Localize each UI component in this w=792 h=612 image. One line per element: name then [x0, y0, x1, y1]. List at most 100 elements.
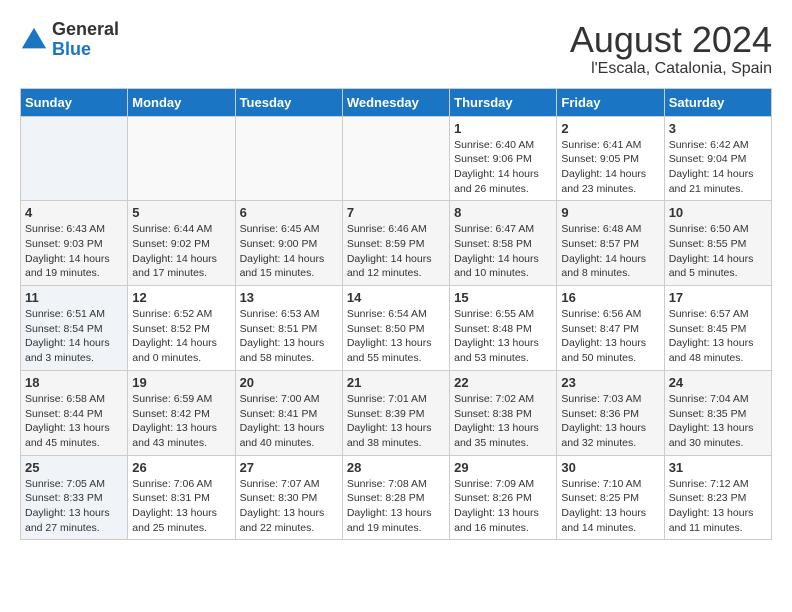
calendar-day [235, 116, 342, 201]
day-info: Sunrise: 6:55 AM Sunset: 8:48 PM Dayligh… [454, 307, 552, 366]
day-header-tuesday: Tuesday [235, 88, 342, 116]
day-number: 31 [669, 460, 767, 475]
calendar-day: 6 Sunrise: 6:45 AM Sunset: 9:00 PM Daylig… [235, 201, 342, 286]
calendar-day: 8Sunrise: 6:47 AM Sunset: 8:58 PM Daylig… [450, 201, 557, 286]
day-header-friday: Friday [557, 88, 664, 116]
day-number: 19 [132, 375, 230, 390]
calendar-day: 25Sunrise: 7:05 AM Sunset: 8:33 PM Dayli… [21, 455, 128, 540]
calendar-day: 10Sunrise: 6:50 AM Sunset: 8:55 PM Dayli… [664, 201, 771, 286]
calendar-day: 21Sunrise: 7:01 AM Sunset: 8:39 PM Dayli… [342, 370, 449, 455]
calendar-week-row: 4Sunrise: 6:43 AM Sunset: 9:03 PM Daylig… [21, 201, 772, 286]
calendar-header-row: SundayMondayTuesdayWednesdayThursdayFrid… [21, 88, 772, 116]
calendar-day: 1Sunrise: 6:40 AM Sunset: 9:06 PM Daylig… [450, 116, 557, 201]
day-number: 4 [25, 205, 123, 220]
day-header-saturday: Saturday [664, 88, 771, 116]
calendar-day: 13 Sunrise: 6:53 AM Sunset: 8:51 PM Dayli… [235, 286, 342, 371]
logo-general: General [52, 19, 119, 39]
calendar-day: 11 Sunrise: 6:51 AM Sunset: 8:54 PM Dayli… [21, 286, 128, 371]
day-info: Sunrise: 6:40 AM Sunset: 9:06 PM Dayligh… [454, 138, 552, 197]
day-info: Sunrise: 7:01 AM Sunset: 8:39 PM Dayligh… [347, 392, 445, 451]
day-info: Sunrise: 6:48 AM Sunset: 8:57 PM Dayligh… [561, 222, 659, 281]
day-info: Sunrise: 6:45 AM Sunset: 9:00 PM Dayligh… [240, 222, 338, 281]
day-info: Sunrise: 7:03 AM Sunset: 8:36 PM Dayligh… [561, 392, 659, 451]
calendar-week-row: 18 Sunrise: 6:58 AM Sunset: 8:44 PM Dayli… [21, 370, 772, 455]
day-header-wednesday: Wednesday [342, 88, 449, 116]
title-block: August 2024 l'Escala, Catalonia, Spain [570, 20, 772, 78]
calendar-day [342, 116, 449, 201]
logo-icon [20, 26, 48, 54]
calendar-day: 7Sunrise: 6:46 AM Sunset: 8:59 PM Daylig… [342, 201, 449, 286]
calendar-day: 14Sunrise: 6:54 AM Sunset: 8:50 PM Dayli… [342, 286, 449, 371]
day-info: Sunrise: 7:05 AM Sunset: 8:33 PM Dayligh… [25, 477, 123, 536]
day-info: Sunrise: 6:51 AM Sunset: 8:54 PM Dayligh… [25, 307, 123, 366]
day-number: 24 [669, 375, 767, 390]
day-info: Sunrise: 7:02 AM Sunset: 8:38 PM Dayligh… [454, 392, 552, 451]
day-number: 30 [561, 460, 659, 475]
day-number: 15 [454, 290, 552, 305]
day-info: Sunrise: 6:44 AM Sunset: 9:02 PM Dayligh… [132, 222, 230, 281]
calendar-day [128, 116, 235, 201]
day-number: 26 [132, 460, 230, 475]
day-number: 17 [669, 290, 767, 305]
day-info: Sunrise: 6:58 AM Sunset: 8:44 PM Dayligh… [25, 392, 123, 451]
calendar-week-row: 11 Sunrise: 6:51 AM Sunset: 8:54 PM Dayli… [21, 286, 772, 371]
calendar-day [21, 116, 128, 201]
day-info: Sunrise: 6:41 AM Sunset: 9:05 PM Dayligh… [561, 138, 659, 197]
calendar-day: 20Sunrise: 7:00 AM Sunset: 8:41 PM Dayli… [235, 370, 342, 455]
calendar-day: 27Sunrise: 7:07 AM Sunset: 8:30 PM Dayli… [235, 455, 342, 540]
logo-blue: Blue [52, 39, 91, 59]
day-info: Sunrise: 7:08 AM Sunset: 8:28 PM Dayligh… [347, 477, 445, 536]
day-number: 29 [454, 460, 552, 475]
day-number: 16 [561, 290, 659, 305]
day-info: Sunrise: 6:56 AM Sunset: 8:47 PM Dayligh… [561, 307, 659, 366]
day-number: 20 [240, 375, 338, 390]
day-number: 11 [25, 290, 123, 305]
calendar-day: 29 Sunrise: 7:09 AM Sunset: 8:26 PM Dayli… [450, 455, 557, 540]
calendar-table: SundayMondayTuesdayWednesdayThursdayFrid… [20, 88, 772, 541]
day-number: 10 [669, 205, 767, 220]
day-number: 14 [347, 290, 445, 305]
day-number: 5 [132, 205, 230, 220]
calendar-day: 26Sunrise: 7:06 AM Sunset: 8:31 PM Dayli… [128, 455, 235, 540]
day-number: 23 [561, 375, 659, 390]
calendar-day: 5 Sunrise: 6:44 AM Sunset: 9:02 PM Daylig… [128, 201, 235, 286]
day-info: Sunrise: 7:07 AM Sunset: 8:30 PM Dayligh… [240, 477, 338, 536]
calendar-day: 4Sunrise: 6:43 AM Sunset: 9:03 PM Daylig… [21, 201, 128, 286]
day-info: Sunrise: 6:59 AM Sunset: 8:42 PM Dayligh… [132, 392, 230, 451]
day-info: Sunrise: 7:10 AM Sunset: 8:25 PM Dayligh… [561, 477, 659, 536]
calendar-day: 9 Sunrise: 6:48 AM Sunset: 8:57 PM Daylig… [557, 201, 664, 286]
day-number: 12 [132, 290, 230, 305]
calendar-day: 2 Sunrise: 6:41 AM Sunset: 9:05 PM Daylig… [557, 116, 664, 201]
calendar-day: 22Sunrise: 7:02 AM Sunset: 8:38 PM Dayli… [450, 370, 557, 455]
calendar-week-row: 25Sunrise: 7:05 AM Sunset: 8:33 PM Dayli… [21, 455, 772, 540]
day-info: Sunrise: 6:53 AM Sunset: 8:51 PM Dayligh… [240, 307, 338, 366]
calendar-day: 23 Sunrise: 7:03 AM Sunset: 8:36 PM Dayli… [557, 370, 664, 455]
day-number: 9 [561, 205, 659, 220]
calendar-day: 17Sunrise: 6:57 AM Sunset: 8:45 PM Dayli… [664, 286, 771, 371]
day-number: 3 [669, 121, 767, 136]
day-info: Sunrise: 6:47 AM Sunset: 8:58 PM Dayligh… [454, 222, 552, 281]
day-header-sunday: Sunday [21, 88, 128, 116]
day-number: 28 [347, 460, 445, 475]
calendar-week-row: 1Sunrise: 6:40 AM Sunset: 9:06 PM Daylig… [21, 116, 772, 201]
logo-text: General Blue [52, 20, 119, 60]
calendar-day: 16 Sunrise: 6:56 AM Sunset: 8:47 PM Dayli… [557, 286, 664, 371]
calendar-day: 18 Sunrise: 6:58 AM Sunset: 8:44 PM Dayli… [21, 370, 128, 455]
day-number: 13 [240, 290, 338, 305]
calendar-day: 31Sunrise: 7:12 AM Sunset: 8:23 PM Dayli… [664, 455, 771, 540]
day-header-monday: Monday [128, 88, 235, 116]
calendar-day: 12 Sunrise: 6:52 AM Sunset: 8:52 PM Dayli… [128, 286, 235, 371]
calendar-subtitle: l'Escala, Catalonia, Spain [570, 60, 772, 78]
day-header-thursday: Thursday [450, 88, 557, 116]
day-info: Sunrise: 7:04 AM Sunset: 8:35 PM Dayligh… [669, 392, 767, 451]
calendar-day: 24 Sunrise: 7:04 AM Sunset: 8:35 PM Dayli… [664, 370, 771, 455]
day-info: Sunrise: 6:52 AM Sunset: 8:52 PM Dayligh… [132, 307, 230, 366]
calendar-title: August 2024 [570, 20, 772, 60]
calendar-day: 28 Sunrise: 7:08 AM Sunset: 8:28 PM Dayli… [342, 455, 449, 540]
day-info: Sunrise: 6:42 AM Sunset: 9:04 PM Dayligh… [669, 138, 767, 197]
day-number: 6 [240, 205, 338, 220]
calendar-day: 15 Sunrise: 6:55 AM Sunset: 8:48 PM Dayli… [450, 286, 557, 371]
day-number: 18 [25, 375, 123, 390]
day-info: Sunrise: 7:09 AM Sunset: 8:26 PM Dayligh… [454, 477, 552, 536]
day-number: 2 [561, 121, 659, 136]
